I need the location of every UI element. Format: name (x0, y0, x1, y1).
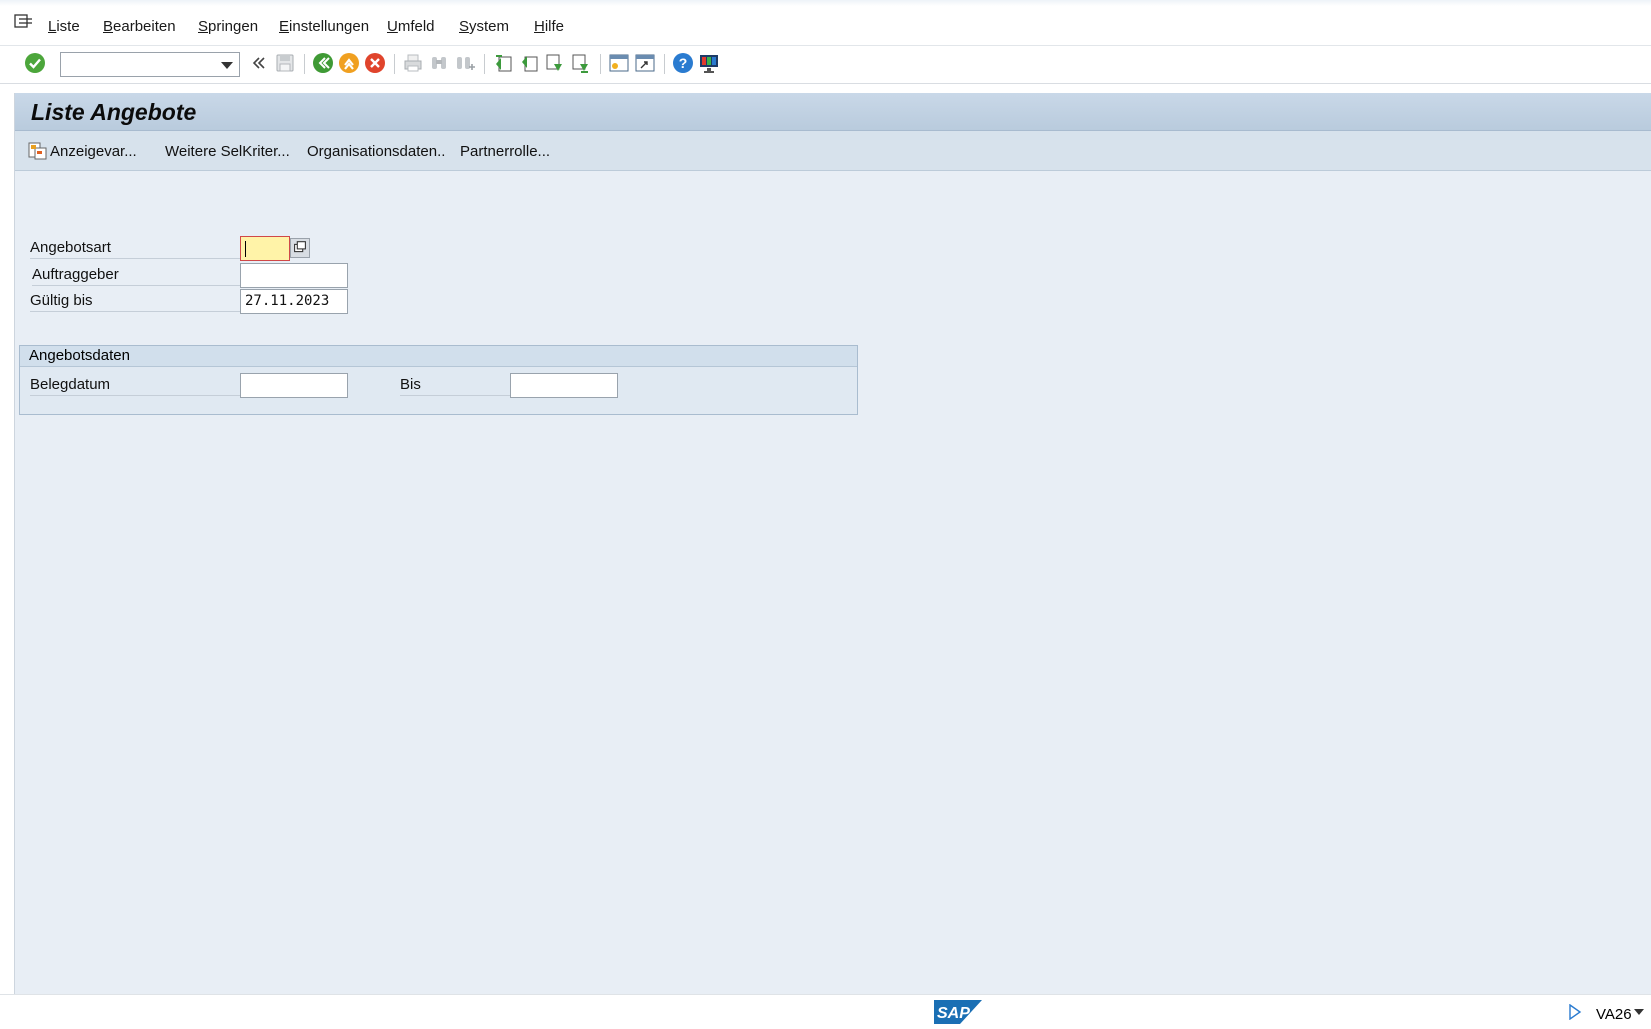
value-help-icon (294, 241, 306, 253)
help-icon[interactable]: ? (672, 52, 694, 74)
value-help-button[interactable] (290, 238, 310, 258)
angebotsdaten-group: Angebotsdaten Belegdatum Bis (19, 345, 858, 415)
text-cursor (245, 241, 246, 257)
menu-icon[interactable] (14, 14, 34, 30)
auftraggeber-label: Auftraggeber (32, 262, 255, 286)
first-page-icon[interactable] (492, 52, 514, 74)
auftraggeber-field[interactable] (240, 263, 348, 288)
find-icon[interactable] (428, 52, 450, 74)
enter-icon[interactable] (24, 52, 46, 74)
group-title: Angebotsdaten (20, 346, 857, 367)
belegdatum-label: Belegdatum (30, 372, 245, 396)
collapse-command-icon[interactable] (248, 52, 270, 74)
sap-logo: SAP (934, 1000, 982, 1024)
bis-label: Bis (400, 372, 510, 396)
previous-page-icon[interactable] (518, 52, 540, 74)
status-bar: SAP VA26 (0, 994, 1651, 1029)
angebotsart-field[interactable] (240, 236, 290, 261)
menu-system[interactable]: System (459, 18, 509, 35)
menu-springen[interactable]: Springen (198, 18, 258, 35)
display-variant-icon[interactable] (28, 141, 48, 161)
menu-umfeld[interactable]: Umfeld (387, 18, 435, 35)
title-bar: Liste Angebote (15, 93, 1651, 131)
play-icon[interactable] (1568, 1004, 1582, 1020)
command-field[interactable] (60, 52, 240, 77)
menu-bar: Liste Bearbeiten Springen Einstellungen … (0, 0, 1651, 46)
page-title: Liste Angebote (31, 99, 197, 125)
new-session-icon[interactable] (608, 52, 630, 74)
gueltig-bis-label: Gültig bis (30, 288, 255, 312)
customize-layout-icon[interactable] (698, 52, 720, 74)
angebotsart-label: Angebotsart (30, 235, 255, 259)
exit-icon[interactable] (338, 52, 360, 74)
belegdatum-bis-field[interactable] (510, 373, 618, 398)
menu-einstellungen[interactable]: Einstellungen (279, 18, 369, 35)
back-icon[interactable] (312, 52, 334, 74)
gueltig-bis-field[interactable]: 27.11.2023 (240, 289, 348, 314)
create-shortcut-icon[interactable] (634, 52, 656, 74)
anzeigevariante-button[interactable]: Anzeigevar... (50, 143, 137, 160)
main-screen: Liste Angebote Anzeigevar... Weitere Sel… (14, 93, 1651, 994)
application-toolbar: Anzeigevar... Weitere SelKriter... Organ… (15, 131, 1651, 171)
print-icon[interactable] (402, 52, 424, 74)
cancel-icon[interactable] (364, 52, 386, 74)
menu-hilfe[interactable]: Hilfe (534, 18, 564, 35)
svg-text:SAP: SAP (937, 1005, 970, 1022)
organisationsdaten-button[interactable]: Organisationsdaten.. (307, 143, 445, 160)
weitere-selektionskriterien-button[interactable]: Weitere SelKriter... (165, 143, 290, 160)
next-page-icon[interactable] (544, 52, 566, 74)
transaction-code: VA26 (1596, 1006, 1632, 1023)
belegdatum-field[interactable] (240, 373, 348, 398)
save-icon[interactable] (274, 52, 296, 74)
menu-liste[interactable]: Liste (48, 18, 80, 35)
chevron-down-icon[interactable] (1634, 1009, 1644, 1015)
find-next-icon[interactable] (454, 52, 476, 74)
svg-text:?: ? (679, 55, 688, 71)
partnerrolle-button[interactable]: Partnerrolle... (460, 143, 550, 160)
last-page-icon[interactable] (570, 52, 592, 74)
menu-bearbeiten[interactable]: Bearbeiten (103, 18, 176, 35)
chevron-down-icon[interactable] (221, 62, 233, 69)
